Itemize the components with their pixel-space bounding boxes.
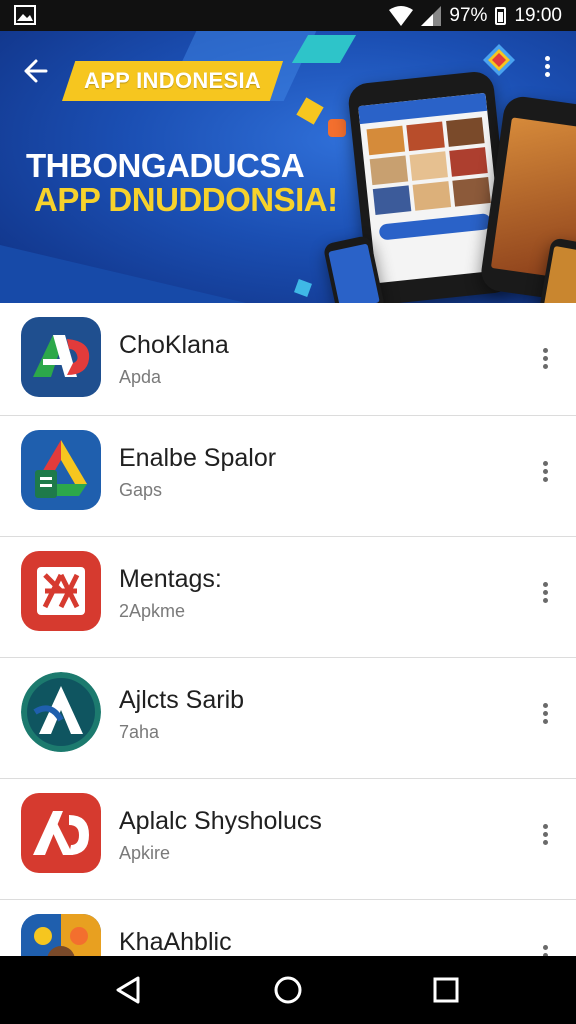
grid-logo-icon	[21, 551, 101, 631]
banner-ribbon: APP INDONESIA	[62, 61, 284, 101]
overflow-menu-icon[interactable]	[540, 53, 554, 85]
app-subtitle: Gaps	[119, 480, 163, 500]
app-subtitle: Apkire	[119, 843, 171, 863]
decor-shape	[328, 119, 346, 137]
decor-shape	[294, 279, 312, 297]
app-subtitle: 2Apkme	[119, 601, 186, 621]
battery-percentage: 97%	[449, 4, 488, 26]
app-list: ChoKlana Apda Enalbe Spalor Gaps Mentags	[0, 303, 576, 1020]
ag-logo-icon	[21, 793, 101, 873]
app-title: Ajlcts Sarib	[119, 686, 245, 714]
list-item[interactable]: Aplalc Shysholucs Apkire	[0, 779, 576, 900]
back-triangle-icon[interactable]	[108, 970, 148, 1010]
drive-logo-icon	[21, 430, 101, 510]
more-options-icon[interactable]	[538, 579, 552, 609]
more-options-icon[interactable]	[538, 700, 552, 730]
navigation-bar	[0, 956, 576, 1024]
app-title: Aplalc Shysholucs	[119, 807, 322, 835]
app-title: ChoKlana	[119, 331, 229, 359]
store-badge-icon	[483, 44, 515, 76]
app-subtitle: Apda	[119, 367, 162, 387]
wifi-icon	[389, 5, 414, 26]
app-title: Enalbe Spalor	[119, 444, 277, 472]
app-subtitle: 7aha	[119, 722, 160, 742]
banner-headline: THBONGADUCSA	[26, 147, 305, 184]
home-circle-icon[interactable]	[268, 970, 308, 1010]
ad-logo-icon	[21, 317, 101, 397]
signal-icon	[421, 5, 442, 26]
more-options-icon[interactable]	[538, 458, 552, 488]
a-logo-icon	[21, 672, 101, 752]
status-bar: 97% 19:00	[0, 0, 576, 31]
app-title: Mentags:	[119, 565, 222, 593]
battery-icon	[495, 6, 507, 25]
app-title: KhaAhblic	[119, 928, 232, 956]
image-icon	[14, 5, 36, 25]
list-item[interactable]: ChoKlana Apda	[0, 303, 576, 416]
list-item[interactable]: Ajlcts Sarib 7aha	[0, 658, 576, 779]
promo-banner[interactable]: APP INDONESIA THBONGADUCSA APP DNUDDONSI…	[0, 31, 576, 303]
list-item[interactable]: Enalbe Spalor Gaps	[0, 416, 576, 537]
recents-square-icon[interactable]	[426, 970, 466, 1010]
list-item[interactable]: Mentags: 2Apkme	[0, 537, 576, 658]
banner-subheadline: APP DNUDDONSIA!	[34, 181, 338, 218]
decor-shape	[296, 97, 324, 125]
more-options-icon[interactable]	[538, 345, 552, 375]
back-arrow-icon[interactable]	[18, 53, 58, 89]
more-options-icon[interactable]	[538, 821, 552, 851]
clock: 19:00	[514, 4, 562, 26]
